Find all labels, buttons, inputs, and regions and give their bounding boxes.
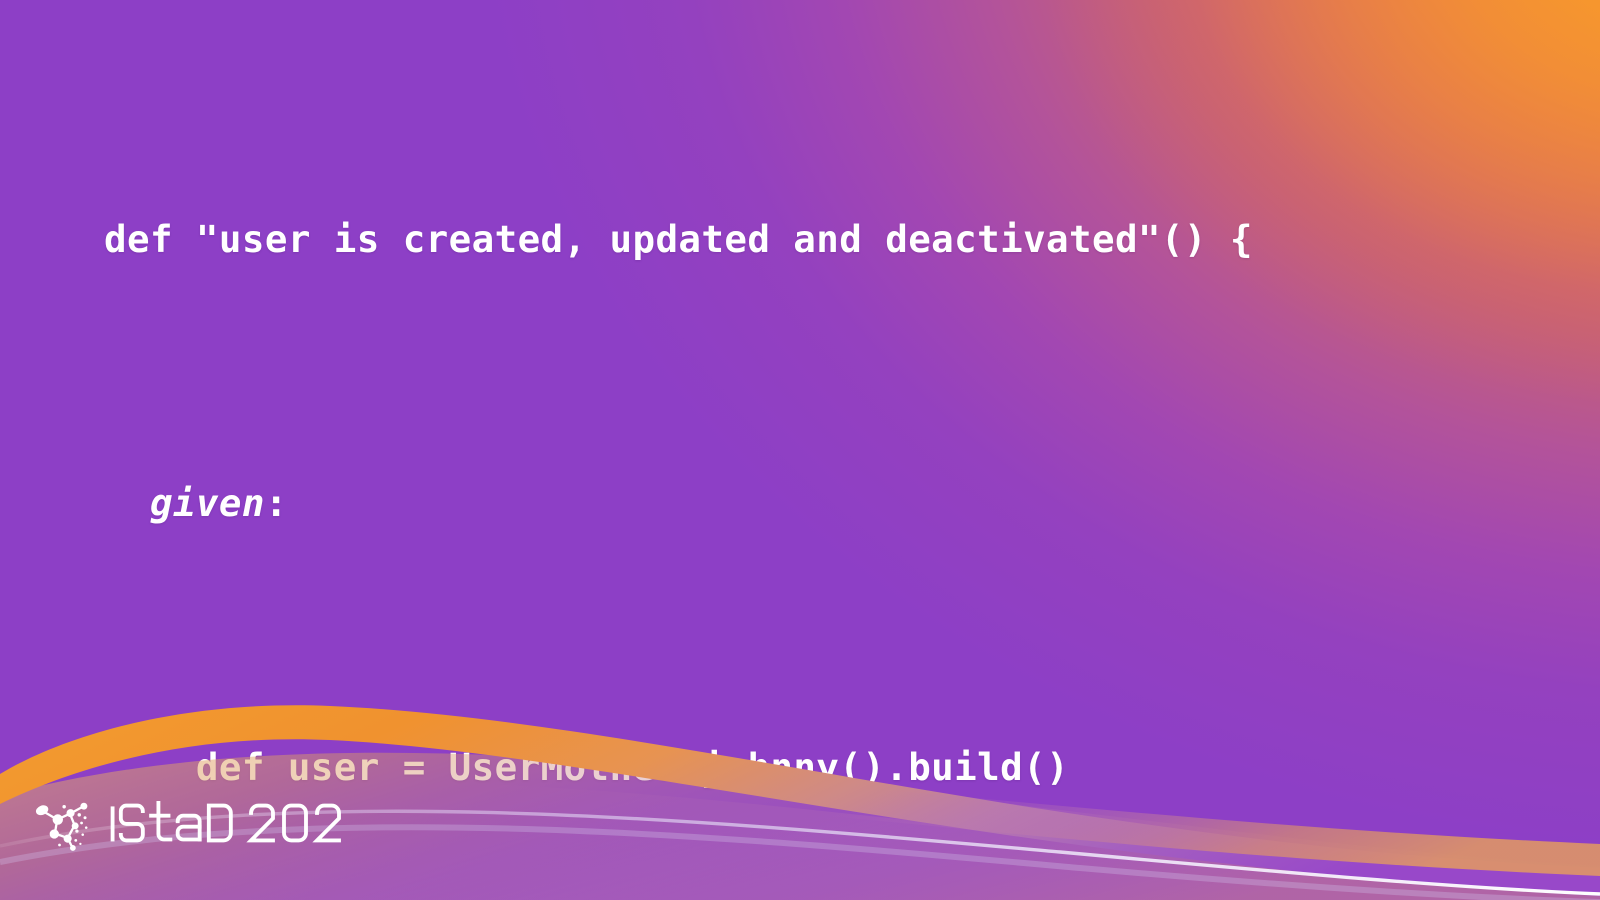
- network-nodes-icon: [35, 802, 88, 851]
- given-colon: :: [264, 481, 288, 525]
- wordmark-ista-2024: [110, 801, 341, 843]
- footer-brand: [34, 794, 346, 852]
- given-label: given: [149, 481, 265, 525]
- code-line-2: given:: [104, 470, 1600, 536]
- presentation-slide: def "user is created, updated and deacti…: [0, 0, 1600, 900]
- code-line-1: def "user is created, updated and deacti…: [104, 217, 1253, 261]
- decorative-wave-graphic: [0, 705, 1600, 900]
